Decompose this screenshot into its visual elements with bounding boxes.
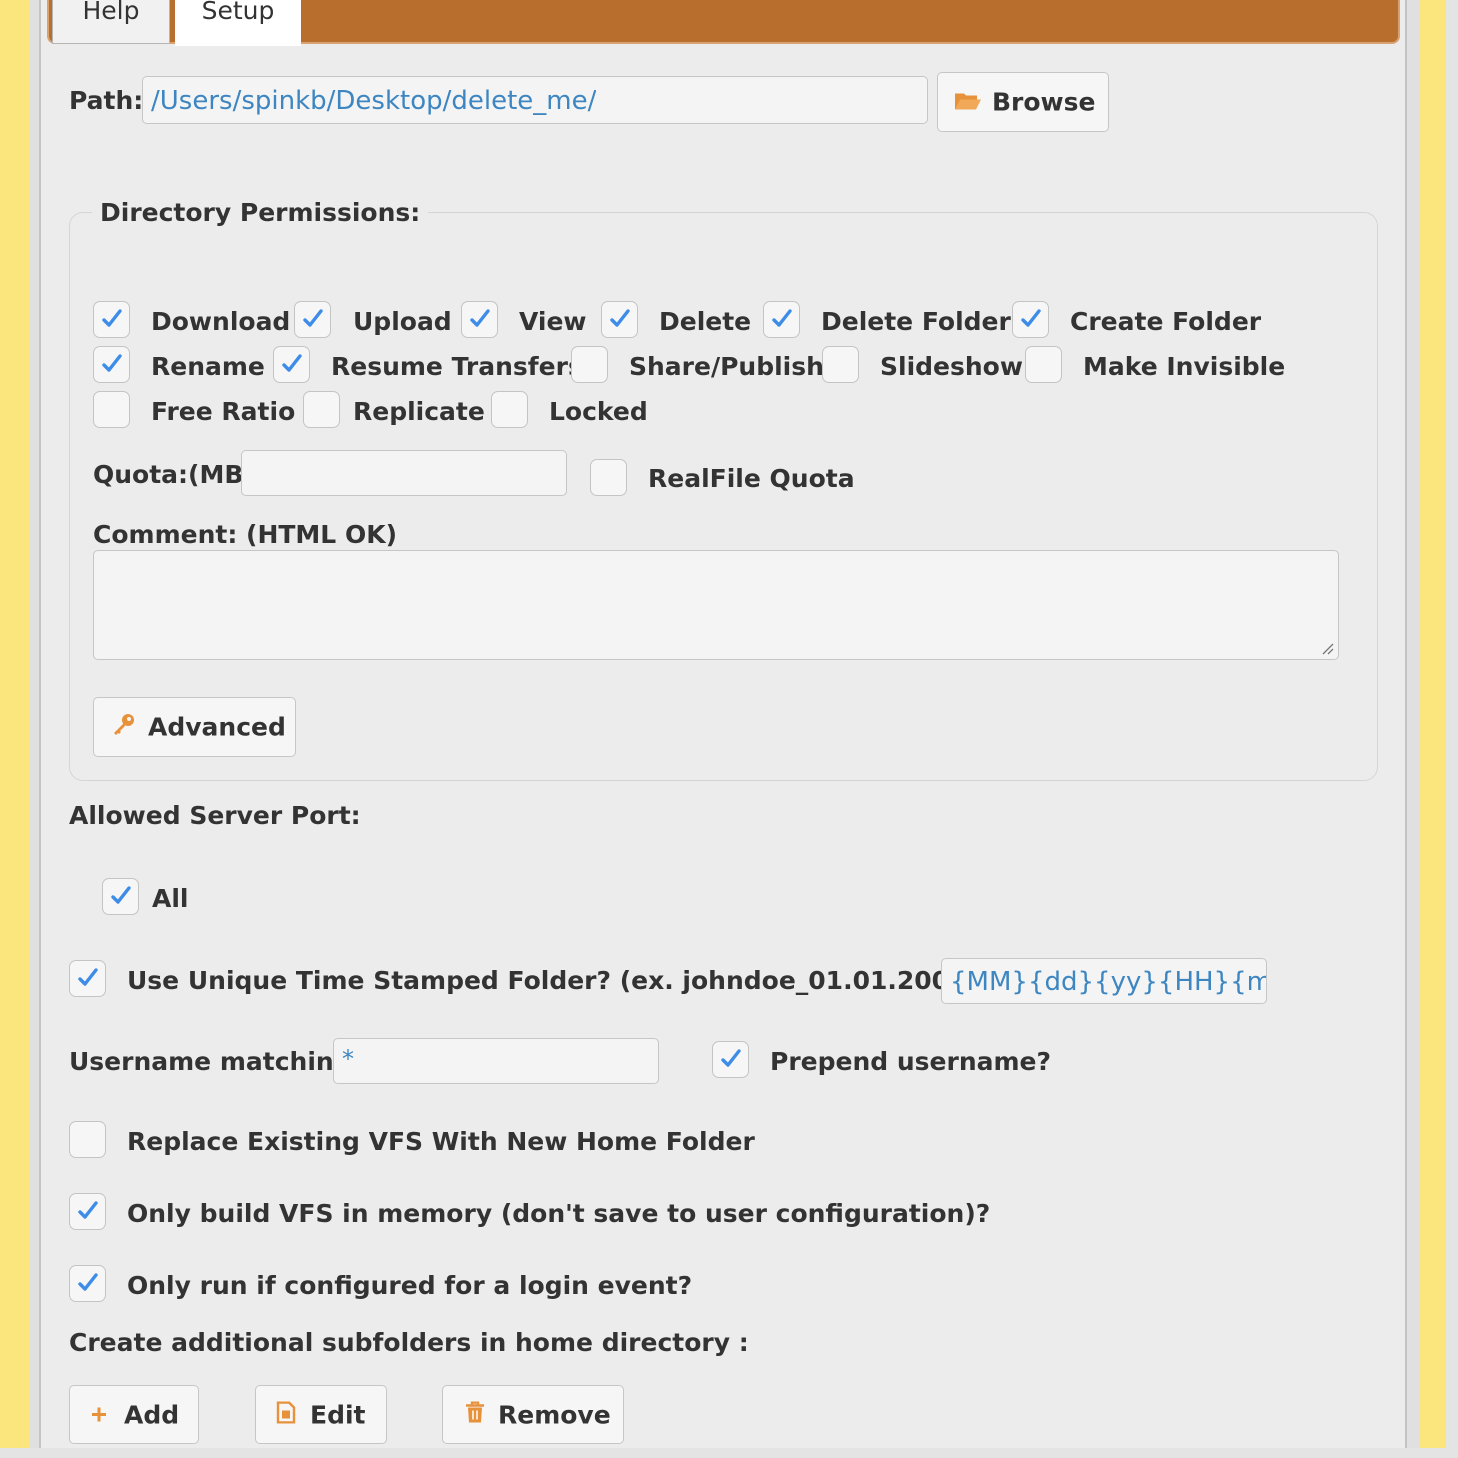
prepend-username-checkbox[interactable] bbox=[712, 1041, 749, 1078]
checkmark-icon bbox=[303, 309, 323, 327]
perm-delete-folder-checkbox[interactable] bbox=[763, 301, 800, 338]
checkmark-icon bbox=[102, 309, 122, 327]
prepend-username-label: Prepend username? bbox=[770, 1047, 1051, 1076]
perm-slideshow-label: Slideshow bbox=[880, 352, 1023, 381]
all-ports-checkbox[interactable] bbox=[102, 878, 139, 915]
memory-only-label: Only build VFS in memory (don't save to … bbox=[127, 1199, 991, 1228]
perm-locked-checkbox[interactable] bbox=[491, 391, 528, 428]
realfile-quota-checkbox[interactable] bbox=[590, 459, 627, 496]
left-yellow-border bbox=[0, 0, 30, 1448]
replace-vfs-checkbox[interactable] bbox=[69, 1121, 106, 1158]
checkmark-icon bbox=[78, 1273, 98, 1291]
subfolders-label: Create additional subfolders in home dir… bbox=[69, 1328, 749, 1357]
replace-vfs-label: Replace Existing VFS With New Home Folde… bbox=[127, 1127, 755, 1156]
perm-view-label: View bbox=[519, 307, 587, 336]
perm-locked-label: Locked bbox=[549, 397, 648, 426]
timestamp-folder-label: Use Unique Time Stamped Folder? (ex. joh… bbox=[127, 966, 978, 995]
add-subfolder-button[interactable]: Add bbox=[69, 1385, 199, 1444]
right-divider bbox=[1405, 0, 1407, 1448]
comment-label: Comment: (HTML OK) bbox=[93, 520, 397, 549]
browse-label: Browse bbox=[992, 87, 1096, 117]
checkmark-icon bbox=[78, 968, 98, 986]
username-matching-label: Username matching: bbox=[69, 1047, 362, 1076]
edit-label: Edit bbox=[310, 1400, 366, 1429]
resize-handle-icon[interactable] bbox=[1320, 641, 1334, 655]
checkmark-icon bbox=[102, 354, 122, 372]
perm-resume-transfers-checkbox[interactable] bbox=[273, 346, 310, 383]
perm-replicate-label: Replicate bbox=[353, 397, 485, 426]
edit-subfolder-button[interactable]: Edit bbox=[255, 1385, 387, 1444]
perm-create-folder-checkbox[interactable] bbox=[1012, 301, 1049, 338]
perm-view-checkbox[interactable] bbox=[461, 301, 498, 338]
perm-free-ratio-checkbox[interactable] bbox=[93, 391, 130, 428]
timestamp-format-value: {MM}{dd}{yy}{HH}{mm}{ss} bbox=[950, 967, 1266, 997]
timestamp-folder-checkbox[interactable] bbox=[69, 960, 106, 997]
perm-upload-checkbox[interactable] bbox=[294, 301, 331, 338]
checkmark-icon bbox=[78, 1201, 98, 1219]
plus-icon bbox=[90, 1400, 108, 1429]
tab-setup-label: Setup bbox=[201, 0, 275, 25]
perm-delete-label: Delete bbox=[659, 307, 752, 336]
username-matching-value: * bbox=[342, 1045, 354, 1073]
edit-document-icon bbox=[276, 1400, 296, 1429]
key-icon bbox=[112, 712, 136, 742]
checkmark-icon bbox=[282, 354, 302, 372]
perm-create-folder-label: Create Folder bbox=[1070, 307, 1262, 336]
memory-only-checkbox[interactable] bbox=[69, 1193, 106, 1230]
directory-permissions-legend: Directory Permissions: bbox=[100, 198, 421, 227]
perm-download-checkbox[interactable] bbox=[93, 301, 130, 338]
username-matching-input[interactable]: * bbox=[333, 1038, 659, 1084]
folder-open-icon bbox=[954, 88, 982, 117]
comment-textarea[interactable] bbox=[93, 550, 1339, 660]
browse-button[interactable]: Browse bbox=[937, 72, 1109, 132]
realfile-quota-label: RealFile Quota bbox=[648, 464, 855, 493]
checkmark-icon bbox=[1021, 309, 1041, 327]
remove-label: Remove bbox=[498, 1400, 611, 1429]
perm-free-ratio-label: Free Ratio bbox=[151, 397, 296, 426]
perm-upload-label: Upload bbox=[353, 307, 452, 336]
login-event-checkbox[interactable] bbox=[69, 1265, 106, 1302]
perm-make-invisible-label: Make Invisible bbox=[1083, 352, 1286, 381]
quota-label: Quota:(MB) bbox=[93, 460, 255, 489]
path-label: Path: bbox=[69, 86, 144, 115]
login-event-label: Only run if configured for a login event… bbox=[127, 1271, 693, 1300]
remove-subfolder-button[interactable]: Remove bbox=[442, 1385, 624, 1444]
perm-make-invisible-checkbox[interactable] bbox=[1025, 346, 1062, 383]
perm-share-publish-checkbox[interactable] bbox=[571, 346, 608, 383]
right-gutter bbox=[1405, 0, 1420, 1448]
path-input[interactable]: /Users/spinkb/Desktop/delete_me/ bbox=[142, 76, 928, 124]
add-label: Add bbox=[124, 1400, 180, 1429]
timestamp-format-input[interactable]: {MM}{dd}{yy}{HH}{mm}{ss} bbox=[941, 958, 1267, 1004]
perm-share-publish-label: Share/Publish bbox=[629, 352, 824, 381]
checkmark-icon bbox=[772, 309, 792, 327]
tab-setup[interactable]: Setup bbox=[175, 0, 301, 46]
perm-slideshow-checkbox[interactable] bbox=[822, 346, 859, 383]
right-yellow-border bbox=[1420, 0, 1446, 1448]
all-ports-label: All bbox=[152, 884, 189, 913]
tab-help-label: Help bbox=[82, 0, 140, 25]
checkmark-icon bbox=[610, 309, 630, 327]
checkmark-icon bbox=[111, 886, 131, 904]
perm-replicate-checkbox[interactable] bbox=[303, 391, 340, 428]
advanced-button[interactable]: Advanced bbox=[93, 697, 296, 757]
server-port-label: Allowed Server Port: bbox=[69, 801, 361, 830]
path-value: /Users/spinkb/Desktop/delete_me/ bbox=[151, 86, 597, 116]
perm-download-label: Download bbox=[151, 307, 291, 336]
tab-help[interactable]: Help bbox=[52, 0, 170, 44]
perm-delete-checkbox[interactable] bbox=[601, 301, 638, 338]
quota-input[interactable] bbox=[241, 450, 567, 496]
perm-delete-folder-label: Delete Folder bbox=[821, 307, 1011, 336]
perm-rename-label: Rename bbox=[151, 352, 265, 381]
checkmark-icon bbox=[721, 1049, 741, 1067]
checkmark-icon bbox=[470, 309, 490, 327]
trash-icon bbox=[465, 1400, 485, 1429]
advanced-label: Advanced bbox=[148, 712, 286, 742]
perm-resume-transfers-label: Resume Transfers bbox=[331, 352, 583, 381]
perm-rename-checkbox[interactable] bbox=[93, 346, 130, 383]
